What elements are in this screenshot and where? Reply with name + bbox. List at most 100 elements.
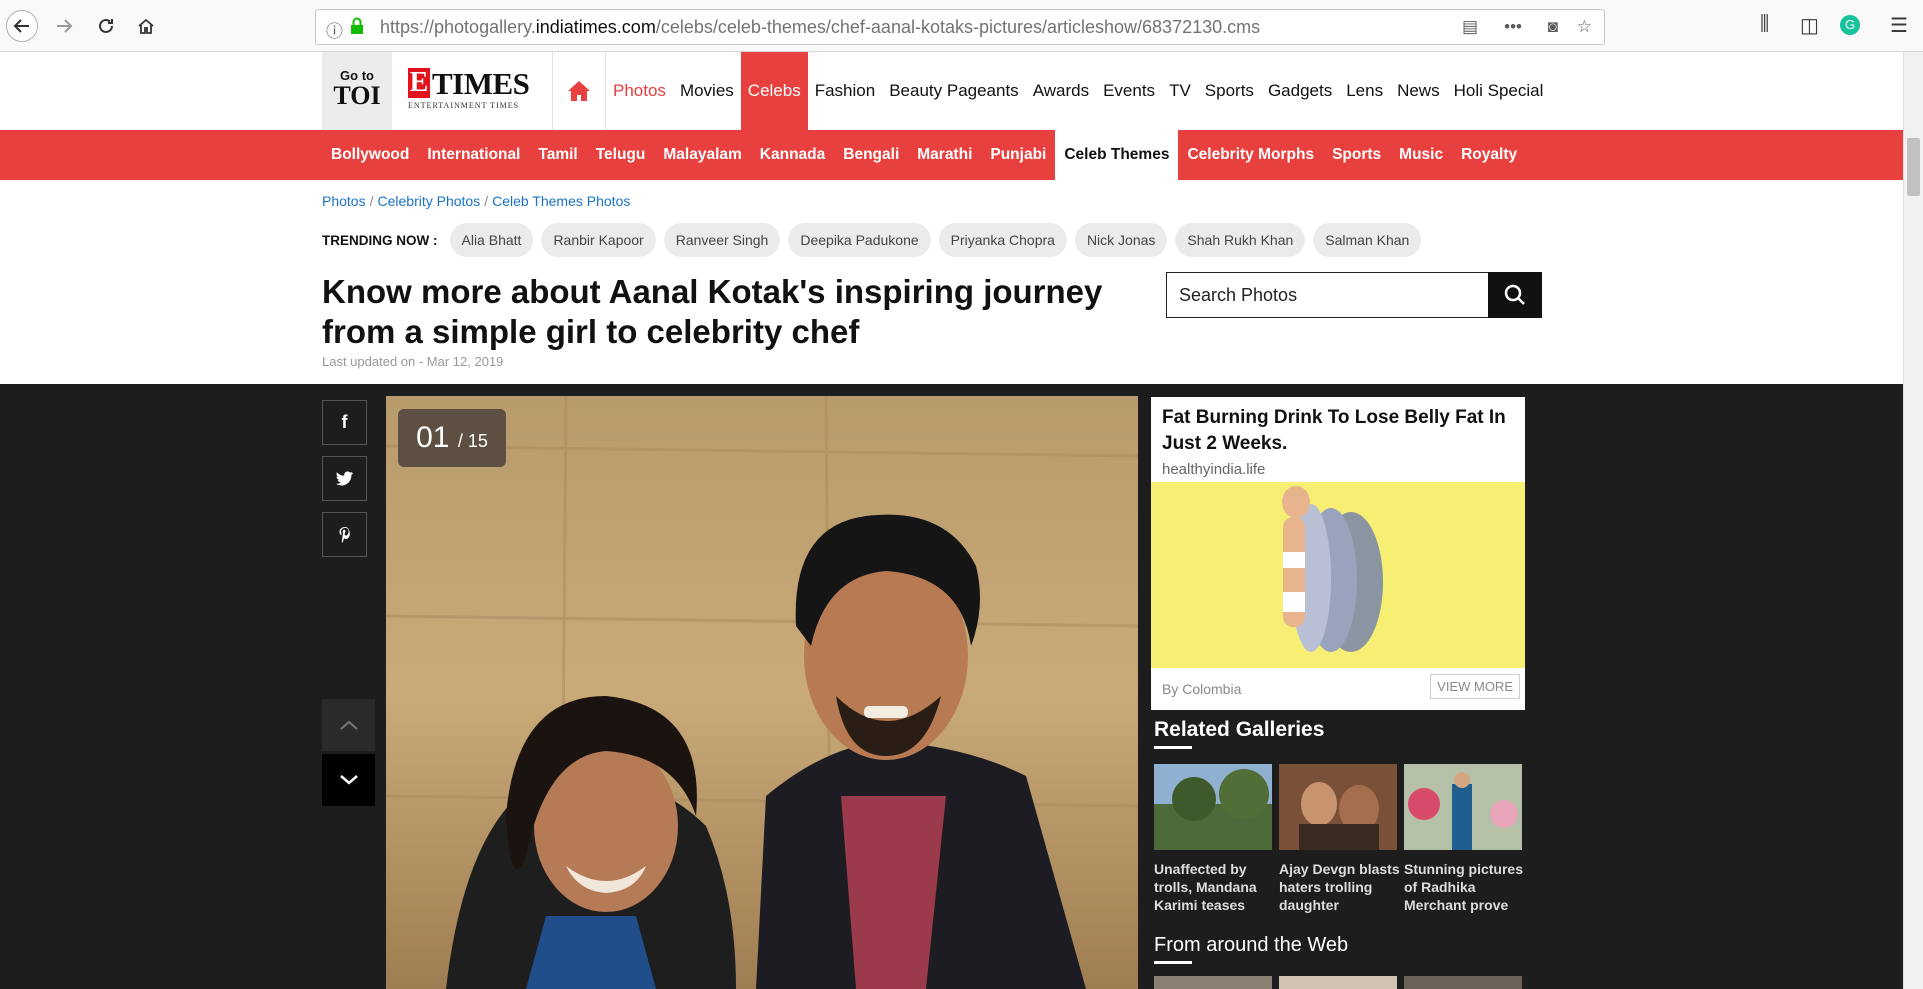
trending-pill[interactable]: Deepika Padukone xyxy=(788,223,931,257)
lock-icon xyxy=(350,17,364,40)
previous-slide-button[interactable] xyxy=(322,699,375,751)
related-caption[interactable]: Stunning pictures of Radhika Merchant pr… xyxy=(1404,860,1526,914)
sub-nav: Bollywood International Tamil Telugu Mal… xyxy=(0,130,1903,180)
subnav-kannada[interactable]: Kannada xyxy=(751,130,834,180)
trending-pill[interactable]: Nick Jonas xyxy=(1074,223,1168,257)
home-nav-icon[interactable] xyxy=(552,52,606,130)
facebook-share-icon[interactable]: f xyxy=(322,400,367,445)
ad-view-more-button[interactable]: VIEW MORE xyxy=(1430,674,1520,699)
slide-current: 01 xyxy=(416,421,450,454)
web-thumb[interactable] xyxy=(1154,976,1272,989)
related-thumb[interactable] xyxy=(1279,764,1397,850)
trending-pill[interactable]: Ranveer Singh xyxy=(663,223,781,257)
nav-gadgets[interactable]: Gadgets xyxy=(1261,52,1339,130)
pinterest-share-icon[interactable] xyxy=(322,512,367,557)
last-updated: Last updated on - Mar 12, 2019 xyxy=(322,354,504,369)
chevron-down-icon xyxy=(339,775,358,785)
nav-awards[interactable]: Awards xyxy=(1026,52,1096,130)
nav-news[interactable]: News xyxy=(1390,52,1447,130)
web-thumb[interactable] xyxy=(1404,976,1522,989)
subnav-bengali[interactable]: Bengali xyxy=(834,130,908,180)
etimes-logo[interactable]: E TIMES ENTERTAINMENT TIMES xyxy=(408,66,533,114)
sponsored-ad[interactable]: Fat Burning Drink To Lose Belly Fat In J… xyxy=(1151,397,1525,710)
subnav-malayalam[interactable]: Malayalam xyxy=(654,130,750,180)
grammarly-icon[interactable]: G xyxy=(1840,15,1860,35)
breadcrumb: Photos / Celebrity Photos / Celeb Themes Pho… xyxy=(322,193,631,209)
search-button[interactable] xyxy=(1488,272,1542,318)
next-slide-button[interactable] xyxy=(322,754,375,806)
trending-pill[interactable]: Alia Bhatt xyxy=(449,223,534,257)
web-thumb[interactable] xyxy=(1279,976,1397,989)
library-icon[interactable]: ⫼ xyxy=(1760,13,1769,36)
subnav-punjabi[interactable]: Punjabi xyxy=(981,130,1055,180)
address-bar[interactable]: ⓘ https://photogallery.indiatimes.com/ce… xyxy=(315,9,1605,45)
page-actions-icon[interactable]: ••• xyxy=(1504,17,1522,37)
subnav-tamil[interactable]: Tamil xyxy=(529,130,586,180)
from-around-the-web-heading: From around the Web xyxy=(1154,934,1349,956)
nav-fashion[interactable]: Fashion xyxy=(808,52,882,130)
search-icon xyxy=(1504,284,1525,305)
toi-label: TOI xyxy=(333,81,381,110)
trending-label: TRENDING NOW : xyxy=(322,232,438,248)
back-icon[interactable] xyxy=(6,10,38,42)
subnav-international[interactable]: International xyxy=(418,130,529,180)
home-icon[interactable] xyxy=(130,10,162,42)
subnav-music[interactable]: Music xyxy=(1390,130,1452,180)
trending-bar: TRENDING NOW : Alia Bhatt Ranbir Kapoor … xyxy=(322,222,1429,258)
site-header: Go to TOI E TIMES ENTERTAINMENT TIMES Ph… xyxy=(0,52,1903,130)
page-title: Know more about Aanal Kotak's inspiring … xyxy=(322,273,1103,350)
subnav-sports[interactable]: Sports xyxy=(1323,130,1390,180)
forward-icon[interactable] xyxy=(48,10,80,42)
browser-toolbar: ⓘ https://photogallery.indiatimes.com/ce… xyxy=(0,0,1923,52)
breadcrumb-celebrity-photos[interactable]: Celebrity Photos xyxy=(377,193,480,209)
page-scrollbar[interactable] xyxy=(1903,52,1923,989)
nav-events[interactable]: Events xyxy=(1096,52,1162,130)
search-input[interactable]: Search Photos xyxy=(1166,272,1488,318)
related-galleries-heading: Related Galleries xyxy=(1154,718,1325,741)
twitter-share-icon[interactable] xyxy=(322,456,367,501)
trending-pill[interactable]: Priyanka Chopra xyxy=(938,223,1067,257)
related-thumb[interactable] xyxy=(1404,764,1522,850)
nav-movies[interactable]: Movies xyxy=(673,52,741,130)
trending-pill[interactable]: Salman Khan xyxy=(1313,223,1422,257)
breadcrumb-photos[interactable]: Photos xyxy=(322,193,366,209)
subnav-celeb-themes[interactable]: Celeb Themes xyxy=(1055,130,1179,180)
reader-view-icon[interactable]: ▤ xyxy=(1462,17,1478,37)
trending-pill[interactable]: Shah Rukh Khan xyxy=(1175,223,1306,257)
info-icon[interactable]: ⓘ xyxy=(326,17,343,42)
bookmark-star-icon[interactable]: ☆ xyxy=(1577,17,1592,37)
subnav-royalty[interactable]: Royalty xyxy=(1452,130,1526,180)
nav-beauty-pageants[interactable]: Beauty Pageants xyxy=(882,52,1025,130)
nav-sports[interactable]: Sports xyxy=(1198,52,1261,130)
subnav-telugu[interactable]: Telugu xyxy=(587,130,655,180)
goto-toi-link[interactable]: Go to TOI xyxy=(322,52,392,130)
related-caption[interactable]: Unaffected by trolls, Mandana Karimi tea… xyxy=(1154,860,1276,914)
sidebar-icon[interactable]: ◫ xyxy=(1800,13,1819,38)
nav-celebs[interactable]: Celebs xyxy=(740,52,808,130)
gallery-photo[interactable] xyxy=(386,396,1138,989)
subnav-celebrity-morphs[interactable]: Celebrity Morphs xyxy=(1178,130,1323,180)
related-thumb[interactable] xyxy=(1154,764,1272,850)
reload-icon[interactable] xyxy=(90,10,122,42)
trending-pill[interactable]: Ranbir Kapoor xyxy=(541,223,656,257)
scrollbar-thumb[interactable] xyxy=(1907,138,1920,196)
chevron-up-icon xyxy=(339,720,358,730)
ad-source: healthyindia.life xyxy=(1162,461,1266,478)
nav-lens[interactable]: Lens xyxy=(1339,52,1390,130)
menu-icon[interactable]: ☰ xyxy=(1890,13,1908,38)
related-caption[interactable]: Ajay Devgn blasts haters trolling daught… xyxy=(1279,860,1401,914)
nav-holi-special[interactable]: Holi Special xyxy=(1447,52,1551,130)
pocket-icon[interactable]: ◙ xyxy=(1548,17,1558,37)
ad-by-colombia: By Colombia xyxy=(1162,681,1242,697)
subnav-bollywood[interactable]: Bollywood xyxy=(322,130,418,180)
ad-title[interactable]: Fat Burning Drink To Lose Belly Fat In J… xyxy=(1162,405,1512,457)
breadcrumb-celeb-themes-photos[interactable]: Celeb Themes Photos xyxy=(492,193,630,209)
subnav-marathi[interactable]: Marathi xyxy=(908,130,981,180)
heading-underline xyxy=(1154,746,1192,749)
heading-underline xyxy=(1154,961,1192,964)
ad-image[interactable] xyxy=(1151,482,1525,668)
slide-counter: 01 / 15 xyxy=(398,409,506,467)
url-text: https://photogallery.indiatimes.com/cele… xyxy=(380,16,1261,37)
nav-photos[interactable]: Photos xyxy=(606,52,673,130)
nav-tv[interactable]: TV xyxy=(1162,52,1198,130)
